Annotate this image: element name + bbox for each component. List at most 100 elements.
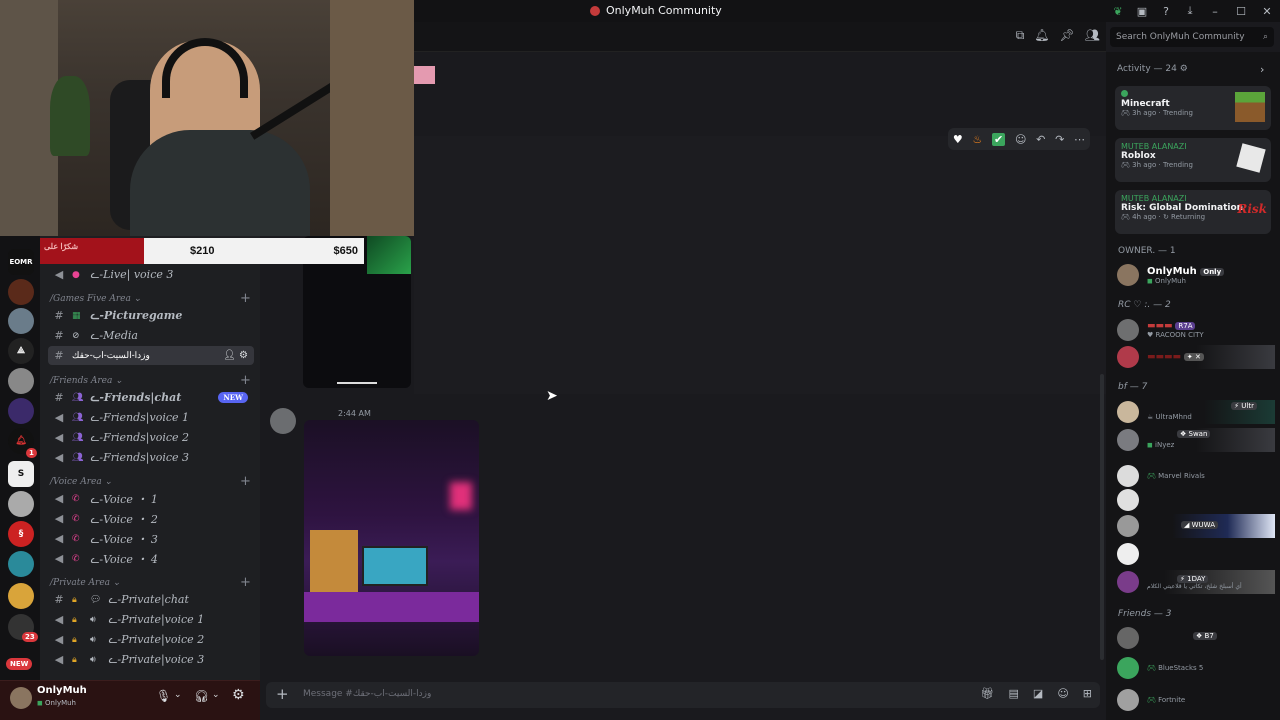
member-owner[interactable]: OnlyMuh Only ◼ OnlyMuh: [1117, 263, 1275, 287]
threads-icon[interactable]: ⧉: [1016, 28, 1025, 43]
channel-private-voice-2[interactable]: ◀ 🔒︎ 🔊︎ ᓚ-Private|voice 2: [48, 630, 254, 649]
member-bf-2[interactable]: ◼ iNyez ❖ Swan: [1117, 428, 1275, 452]
channel-private-chat[interactable]: # 🔒︎ 💬︎ ᓚ-Private|chat: [48, 590, 254, 609]
avatar[interactable]: [10, 687, 32, 709]
leaf-icon[interactable]: ❦: [1106, 5, 1130, 18]
category-friends[interactable]: /Friends Area ⌄: [50, 376, 123, 386]
member-rc-2[interactable]: ▬▬▬▬ ✦ ✕: [1117, 345, 1275, 369]
reply-icon[interactable]: ↶: [1036, 133, 1045, 146]
gear-icon[interactable]: ⚙: [1180, 64, 1188, 74]
channel-label: ᓚ-Friends|voice 3: [90, 451, 189, 464]
speaker-icon: ◀: [54, 492, 64, 505]
server-icon[interactable]: ⟁: [8, 338, 34, 364]
setup-image-attachment[interactable]: [304, 420, 479, 656]
server-icon[interactable]: [8, 551, 34, 577]
avatar: [1117, 515, 1139, 537]
server-icon[interactable]: [8, 368, 34, 394]
donation-goal: $650: [333, 245, 358, 257]
member-bf-4[interactable]: [1117, 488, 1275, 512]
server-icon-eomr[interactable]: EOMR: [8, 249, 34, 275]
channel-voice-4[interactable]: ◀ ✆ ᓚ-Voice ・ 4: [48, 549, 254, 568]
member-friend-1[interactable]: ❖ B7: [1117, 626, 1275, 650]
message-input[interactable]: + Message #وزدا-السيت-اب-حقك 🎁︎ ▤ ◪ ☺ ⊞: [266, 682, 1100, 708]
server-icon[interactable]: §: [8, 521, 34, 547]
message-avatar[interactable]: [270, 408, 296, 434]
microphone-icon[interactable]: 🎙︎: [156, 689, 171, 703]
inbox-icon[interactable]: ▣: [1130, 5, 1154, 18]
server-icon[interactable]: [8, 491, 34, 517]
channel-friends-voice-1[interactable]: ◀ 👥︎ ᓚ-Friends|voice 1: [48, 408, 254, 427]
channel-media[interactable]: # ⊘ ᓚ-Media: [48, 326, 254, 345]
gift-icon[interactable]: 🎁︎: [981, 687, 995, 700]
mouse-cursor: ➤: [546, 388, 558, 404]
emoji-icon[interactable]: ☺: [1057, 687, 1068, 700]
member-friend-2[interactable]: 🎮︎ BlueStacks 5: [1117, 656, 1275, 680]
member-friend-3[interactable]: 🎮︎ Fortnite: [1117, 688, 1275, 712]
channel-private-voice-1[interactable]: ◀ 🔒︎ 🔊︎ ᓚ-Private|voice 1: [48, 610, 254, 629]
donation-current: $210: [190, 245, 215, 257]
attach-plus-icon[interactable]: +: [276, 685, 289, 703]
search-input[interactable]: Search OnlyMuh Community ⌕: [1110, 27, 1274, 47]
add-channel-icon[interactable]: +: [240, 575, 1270, 590]
activity-chevron-icon[interactable]: ›: [1260, 63, 1264, 76]
server-icon[interactable]: S: [8, 461, 34, 487]
server-icon[interactable]: [8, 583, 34, 609]
close-button[interactable]: ✕: [1254, 5, 1280, 18]
channel-friends-voice-2[interactable]: ◀ 👥︎ ᓚ-Friends|voice 2: [48, 428, 254, 447]
channel-settings-icon[interactable]: 👤︎ ⚙: [223, 350, 248, 361]
chevron-down-icon[interactable]: ⌄: [212, 690, 220, 700]
activity-card-minecraft[interactable]: Minecraft 🎮︎ 3h ago · Trending: [1115, 86, 1271, 130]
xbox-icon: ◼: [1147, 441, 1153, 449]
channel-voice-2[interactable]: ◀ ✆ ᓚ-Voice ・ 2: [48, 509, 254, 528]
channel-private-voice-3[interactable]: ◀ 🔒︎ 🔊︎ ᓚ-Private|voice 3: [48, 650, 254, 669]
channel-picturegame[interactable]: # ▦ ᓚ-Picturegame: [48, 306, 254, 325]
channel-live-voice[interactable]: ◀ ● ᓚ-Live| voice 3: [48, 265, 254, 284]
more-icon[interactable]: ⋯: [1074, 133, 1085, 146]
settings-gear-icon[interactable]: ⚙: [232, 687, 245, 703]
server-icon[interactable]: [8, 398, 34, 424]
help-icon[interactable]: ?: [1154, 5, 1178, 18]
members-icon[interactable]: 👥︎: [1085, 28, 1100, 43]
activity-card-roblox[interactable]: MUTEB ALANAZI Roblox 🎮︎ 3h ago · Trendin…: [1115, 138, 1271, 182]
maximize-button[interactable]: ☐: [1228, 5, 1254, 18]
channel-friends-chat[interactable]: # 👥︎ ᓚ-Friends|chat NEW: [48, 388, 254, 407]
member-bf-6[interactable]: [1117, 542, 1275, 566]
add-channel-icon[interactable]: +: [240, 291, 1270, 306]
forward-icon[interactable]: ↷: [1055, 133, 1064, 146]
bell-icon[interactable]: 🔔︎: [1034, 28, 1049, 43]
channel-setup-selected[interactable]: # وزدا-السيت-اب-حقك 👤︎ ⚙: [48, 346, 254, 365]
member-bf-1[interactable]: ☕ UltraMhnd ⚡ Ultr: [1117, 400, 1275, 424]
channel-friends-voice-3[interactable]: ◀ 👥︎ ᓚ-Friends|voice 3: [48, 448, 254, 467]
user-status-text: OnlyMuh: [45, 699, 76, 707]
fire-reaction-icon[interactable]: ♨: [972, 133, 982, 146]
category-private[interactable]: /Private Area ⌄: [50, 578, 120, 588]
headphones-icon[interactable]: 🎧︎: [194, 689, 209, 703]
channel-label: ᓚ-Voice ・ 1: [90, 492, 158, 506]
download-icon[interactable]: ⤓: [1178, 4, 1202, 18]
pin-icon[interactable]: 📌︎: [1060, 28, 1075, 43]
heart-reaction-icon[interactable]: ♥: [953, 133, 963, 146]
gif-icon[interactable]: ▤: [1009, 687, 1019, 700]
picture-icon: ▦: [72, 310, 81, 321]
category-games[interactable]: /Games Five Area ⌄: [50, 294, 141, 304]
add-channel-icon[interactable]: +: [240, 373, 1270, 388]
member-status: RACOON CITY: [1155, 331, 1204, 339]
member-rc-1[interactable]: ▬▬▬ R7A ♥ RACOON CITY: [1117, 318, 1275, 342]
member-list-scrollbar[interactable]: [1100, 374, 1104, 660]
activity-card-risk[interactable]: MUTEB ALANAZI Risk: Global Domination 🎮︎…: [1115, 190, 1271, 234]
category-voice[interactable]: /Voice Area ⌄: [50, 477, 112, 487]
apps-icon[interactable]: ⊞: [1083, 687, 1092, 700]
member-bf-5[interactable]: ◢ WUWA: [1117, 514, 1275, 538]
minecraft-icon: [1235, 92, 1265, 122]
add-channel-icon[interactable]: +: [240, 474, 1270, 489]
check-reaction-icon[interactable]: ✔: [992, 132, 1006, 146]
server-icon[interactable]: [8, 279, 34, 305]
server-icon[interactable]: [8, 308, 34, 334]
chevron-down-icon[interactable]: ⌄: [174, 690, 182, 700]
minimize-button[interactable]: –: [1202, 5, 1228, 18]
channel-voice-1[interactable]: ◀ ✆ ᓚ-Voice ・ 1: [48, 489, 254, 508]
sticker-icon[interactable]: ◪: [1033, 687, 1043, 700]
channel-voice-3[interactable]: ◀ ✆ ᓚ-Voice ・ 3: [48, 529, 254, 548]
xbox-icon: ◼: [1147, 276, 1153, 285]
add-reaction-icon[interactable]: ☺: [1015, 133, 1026, 146]
